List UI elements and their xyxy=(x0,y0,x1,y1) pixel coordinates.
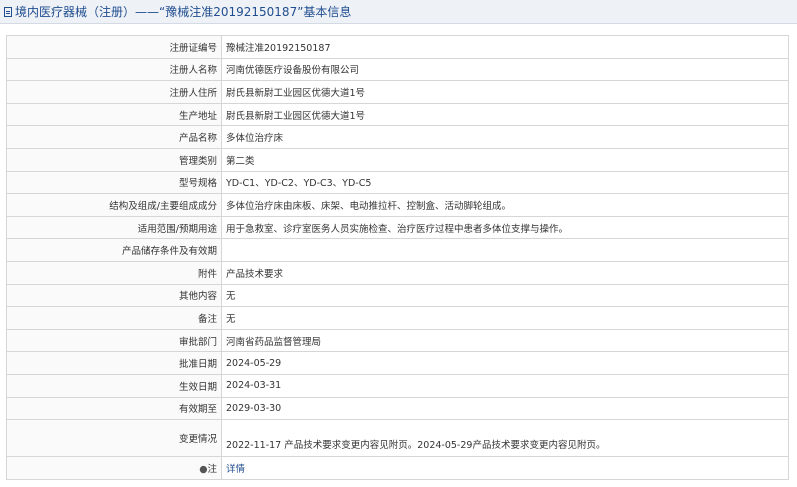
row-label: 适用范围/预期用途 xyxy=(6,215,222,240)
row-value: 无 xyxy=(221,283,789,308)
row-value: 用于急救室、诊疗室医务人员实施检查、治疗医疗过程中患者多体位支撑与操作。 xyxy=(221,215,789,240)
note-row: ●注 详情 xyxy=(6,456,789,480)
row-label: 有效期至 xyxy=(6,396,222,421)
table-row: 产品储存条件及有效期 xyxy=(6,238,789,262)
row-value: 无 xyxy=(221,306,789,330)
row-label: 生效日期 xyxy=(6,373,222,398)
row-value: YD-C1、YD-C2、YD-C3、YD-C5 xyxy=(221,170,789,195)
table-row: 注册人住所 尉氏县新尉工业园区优德大道1号 xyxy=(6,80,789,104)
row-value: 尉氏县新尉工业园区优德大道1号 xyxy=(221,102,789,127)
row-label: 变更情况 xyxy=(6,419,222,458)
row-value: 河南优德医疗设备股份有限公司 xyxy=(221,57,789,82)
row-label: 管理类别 xyxy=(6,147,222,172)
table-row: 附件 产品技术要求 xyxy=(6,260,789,285)
table-row: 生产地址 尉氏县新尉工业园区优德大道1号 xyxy=(6,102,789,127)
row-value: 尉氏县新尉工业园区优德大道1号 xyxy=(221,80,789,104)
note-label: 注 xyxy=(207,463,217,475)
row-value: 2029-03-30 xyxy=(221,396,789,421)
row-label: 产品名称 xyxy=(6,125,222,149)
page-title: 境内医疗器械（注册）——“豫械注准20192150187”基本信息 xyxy=(15,5,352,19)
row-label: 附件 xyxy=(6,260,222,285)
row-value xyxy=(221,238,789,262)
row-label: 注册证编号 xyxy=(6,35,222,59)
row-label: 生产地址 xyxy=(6,102,222,127)
table-row: 结构及组成/主要组成成分 多体位治疗床由床板、床架、电动推拉杆、控制盒、活动脚轮… xyxy=(6,193,789,217)
table-row: 管理类别 第二类 xyxy=(6,147,789,172)
row-label: 审批部门 xyxy=(6,328,222,353)
table-row: 适用范围/预期用途 用于急救室、诊疗室医务人员实施检查、治疗医疗过程中患者多体位… xyxy=(6,215,789,240)
row-label: 批准日期 xyxy=(6,351,222,375)
row-value: 2022-11-17 产品技术要求变更内容见附页。2024-05-29产品技术要… xyxy=(221,419,789,458)
table-row: 审批部门 河南省药品监督管理局 xyxy=(6,328,789,353)
row-label: 结构及组成/主要组成成分 xyxy=(6,193,222,217)
row-value: 第二类 xyxy=(221,147,789,172)
table-row: 注册人名称 河南优德医疗设备股份有限公司 xyxy=(6,57,789,82)
note-value-cell: 详情 xyxy=(221,456,789,480)
row-value: 2024-05-29 xyxy=(221,351,789,375)
table-row: 批准日期 2024-05-29 xyxy=(6,351,789,375)
info-table: 注册证编号 豫械注准20192150187 注册人名称 河南优德医疗设备股份有限… xyxy=(6,35,789,480)
row-value: 河南省药品监督管理局 xyxy=(221,328,789,353)
document-icon xyxy=(4,6,12,17)
table-row: 产品名称 多体位治疗床 xyxy=(6,125,789,149)
row-value: 豫械注准20192150187 xyxy=(221,35,789,59)
table-row: 变更情况 2022-11-17 产品技术要求变更内容见附页。2024-05-29… xyxy=(6,419,789,458)
row-label: 备注 xyxy=(6,306,222,330)
details-link[interactable]: 详情 xyxy=(226,464,245,475)
page-header: 境内医疗器械（注册）——“豫械注准20192150187”基本信息 xyxy=(0,0,797,24)
table-row: 型号规格 YD-C1、YD-C2、YD-C3、YD-C5 xyxy=(6,170,789,195)
row-value: 多体位治疗床 xyxy=(221,125,789,149)
table-row: 备注 无 xyxy=(6,306,789,330)
row-label: 型号规格 xyxy=(6,170,222,195)
row-label: 其他内容 xyxy=(6,283,222,308)
row-label: 注册人住所 xyxy=(6,80,222,104)
table-row: 生效日期 2024-03-31 xyxy=(6,373,789,398)
note-label-cell: ●注 xyxy=(6,456,222,480)
row-label: 注册人名称 xyxy=(6,57,222,82)
row-label: 产品储存条件及有效期 xyxy=(6,238,222,262)
row-value: 产品技术要求 xyxy=(221,260,789,285)
row-value: 多体位治疗床由床板、床架、电动推拉杆、控制盒、活动脚轮组成。 xyxy=(221,193,789,217)
table-row: 有效期至 2029-03-30 xyxy=(6,396,789,421)
row-value: 2024-03-31 xyxy=(221,373,789,398)
table-row: 其他内容 无 xyxy=(6,283,789,308)
table-row: 注册证编号 豫械注准20192150187 xyxy=(6,35,789,59)
